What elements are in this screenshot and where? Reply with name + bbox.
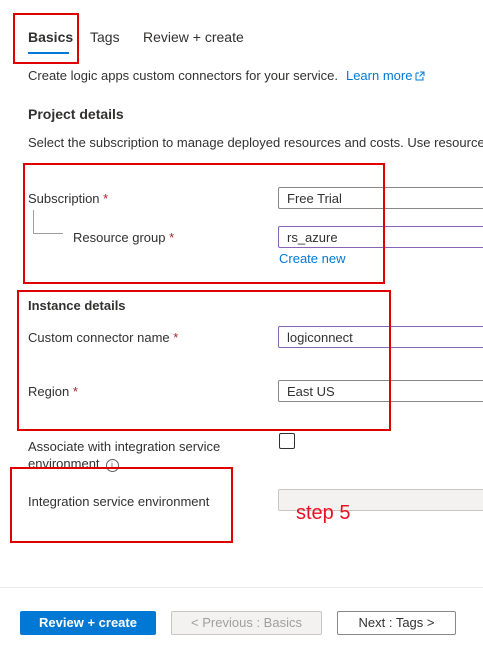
review-create-button[interactable]: Review + create [20, 611, 156, 635]
annotation-box-project [23, 163, 385, 284]
tab-tags[interactable]: Tags [90, 29, 120, 45]
footer-divider [0, 587, 483, 588]
project-details-heading: Project details [28, 106, 124, 122]
ise-checkbox[interactable] [279, 433, 295, 449]
step-annotation: step 5 [296, 502, 351, 524]
description-text: Create logic apps custom connectors for … [28, 68, 338, 83]
annotation-box-ise [10, 467, 233, 543]
external-link-icon[interactable] [415, 71, 425, 81]
previous-button[interactable]: < Previous : Basics [171, 611, 322, 635]
learn-more-link[interactable]: Learn more [346, 68, 412, 83]
tab-review-create[interactable]: Review + create [143, 29, 244, 45]
page-description: Create logic apps custom connectors for … [28, 68, 425, 83]
project-details-help: Select the subscription to manage deploy… [28, 135, 483, 150]
next-button[interactable]: Next : Tags > [337, 611, 456, 635]
annotation-box-instance [17, 290, 391, 431]
annotation-box-tab [13, 13, 79, 64]
